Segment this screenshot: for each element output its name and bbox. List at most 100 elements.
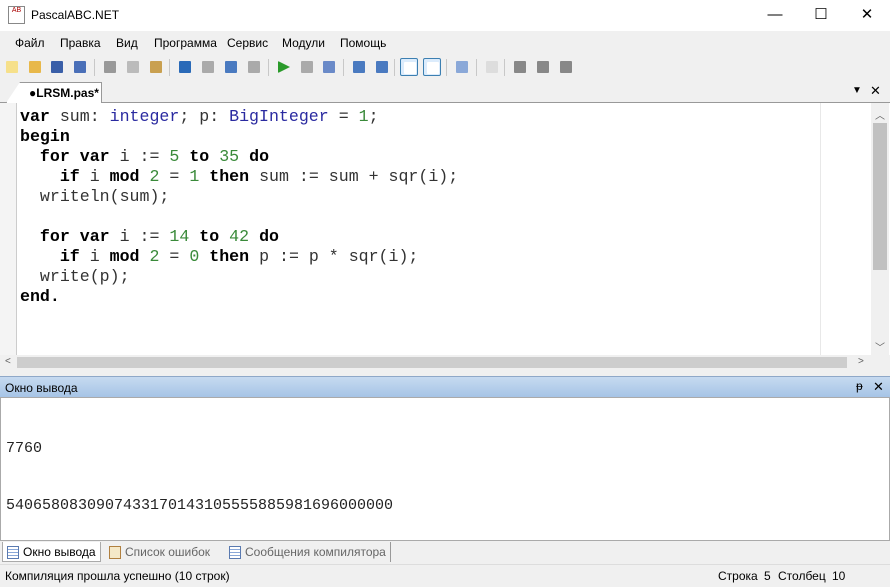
code-token: 1 [189,167,200,186]
debug-button[interactable] [245,58,263,76]
copy-icon [127,61,139,73]
code-button[interactable] [483,58,501,76]
maximize-button[interactable]: ☐ [798,0,844,31]
code-line: end. [20,287,458,307]
console-toggle-button[interactable] [400,58,418,76]
code-token: 1 [358,107,369,126]
code-token: 2 [149,167,160,186]
code-token: integer [109,107,180,126]
minimize-button[interactable]: — [752,0,798,31]
horizontal-scroll-thumb[interactable] [17,357,847,368]
tab-compiler-messages-label: Сообщения компилятора [245,545,386,559]
tab-toggle-icon [427,62,439,74]
undo-button[interactable] [176,58,194,76]
code-token: begin [20,127,70,146]
output-text[interactable]: 7760 54065808309074331701431055558859816… [0,397,890,541]
step-over-button[interactable] [350,58,368,76]
run-icon [278,61,290,73]
panel-close-icon[interactable]: ✕ [873,379,884,395]
tab-lrsm-pas[interactable]: ●LRSM.pas* [6,82,102,103]
code-token: var [20,107,50,126]
code-text[interactable]: var sum: integer; p: BigInteger = 1; begi… [20,107,458,307]
code-token: i := [109,147,170,166]
step-into-button[interactable] [373,58,391,76]
insert-d-icon [514,61,526,73]
scroll-up-icon[interactable]: ︿ [875,107,885,122]
undo-icon [179,61,191,73]
code-token: writeln(sum); [20,187,170,206]
build-button[interactable] [320,58,338,76]
tab-output[interactable]: Окно вывода [2,542,101,562]
menu-program[interactable]: Программа [154,36,217,50]
toolbar-separator [343,59,344,76]
toolbar-separator [446,59,447,76]
save-all-icon [74,61,86,73]
build-icon [323,61,335,73]
code-token: ; p: [179,107,230,126]
tab-toggle-button[interactable] [423,58,441,76]
output-panel-title: Окно вывода [5,381,78,395]
scroll-down-icon[interactable]: ﹀ [875,339,885,354]
paste-icon [150,61,162,73]
code-token: mod [109,167,140,186]
redo-icon [202,61,214,73]
code-token: var [79,147,110,166]
code-line: for var i := 14 to 42 do [20,227,458,247]
tab-error-list[interactable]: Список ошибок [105,542,214,562]
menu-service[interactable]: Сервис [227,36,268,50]
save-all-button[interactable] [71,58,89,76]
row-label: Строка [718,569,758,583]
menu-bar: Файл Правка Вид Программа Сервис Модули … [0,32,890,54]
code-token: i := [109,227,170,246]
tab-list-dropdown-icon[interactable]: ▼ [852,85,862,96]
menu-modules[interactable]: Модули [282,36,325,50]
vertical-scroll-thumb[interactable] [873,123,887,270]
insert-d-button[interactable] [511,58,529,76]
run-button[interactable] [275,58,293,76]
code-token: then [209,247,250,266]
format-button[interactable] [453,58,471,76]
editor-tab-strip: ●LRSM.pas* ▼ ✕ [0,80,890,103]
tab-output-label: Окно вывода [23,545,96,559]
compile-icon [225,61,237,73]
open-button[interactable] [26,58,44,76]
insert-l-button[interactable] [534,58,552,76]
pin-icon[interactable]: ᵽ [856,379,863,393]
menu-file[interactable]: Файл [15,36,45,50]
close-button[interactable]: ✕ [844,0,890,31]
scroll-left-icon[interactable]: < [5,356,11,367]
toolbar-separator [476,59,477,76]
step-into-icon [376,61,388,73]
tab-compiler-messages[interactable]: Сообщения компилятора [225,542,391,562]
code-line: write(p); [20,267,458,287]
tab-close-icon[interactable]: ✕ [870,83,881,99]
compile-button[interactable] [222,58,240,76]
insert-r-button[interactable] [557,58,575,76]
code-token: sum: [49,107,110,126]
code-token: = [159,247,190,266]
stop-button[interactable] [298,58,316,76]
scroll-right-icon[interactable]: > [858,356,864,367]
menu-edit[interactable]: Правка [60,36,101,50]
status-message: Компиляция прошла успешно (10 строк) [5,569,230,583]
new-file-button[interactable] [3,58,21,76]
code-token: for [39,227,70,246]
toolbar-separator [169,59,170,76]
title-bar: AB PascalABC.NET — ☐ ✕ [0,0,890,31]
cut-button[interactable] [101,58,119,76]
code-token: BigInteger [229,107,329,126]
save-button[interactable] [48,58,66,76]
code-editor[interactable]: var sum: integer; p: BigInteger = 1; begi… [0,103,890,355]
paste-button[interactable] [147,58,165,76]
redo-button[interactable] [199,58,217,76]
menu-help[interactable]: Помощь [340,36,386,50]
menu-view[interactable]: Вид [116,36,138,50]
copy-button[interactable] [124,58,142,76]
toolbar [0,56,890,80]
